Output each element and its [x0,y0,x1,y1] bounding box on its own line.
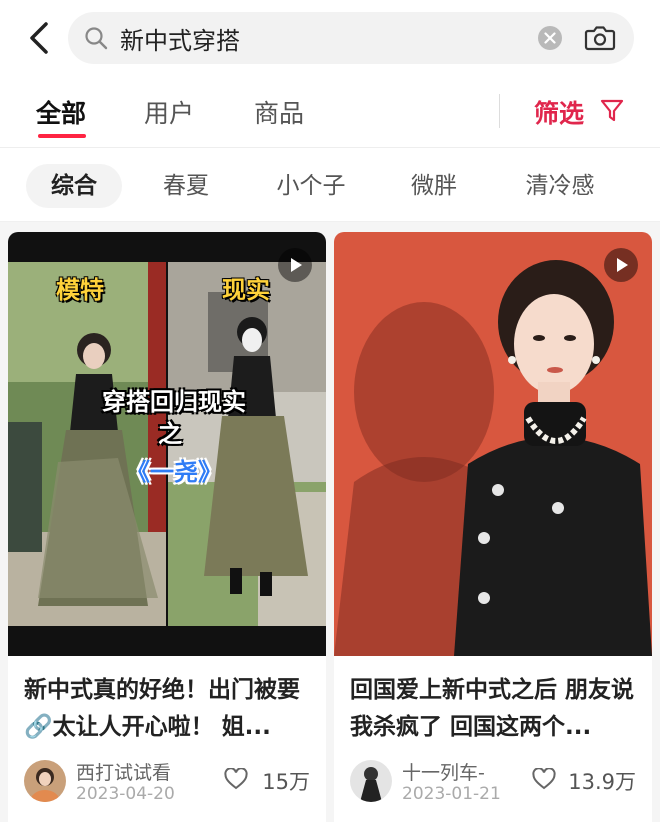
search-icon [84,26,108,50]
like-heart-icon[interactable] [224,767,248,790]
like-count: 15万 [262,770,310,794]
tab-all[interactable]: 全部 [36,94,86,130]
search-bar[interactable] [68,12,634,64]
post-date: 2023-04-20 [76,784,175,804]
clear-search-icon[interactable] [538,26,562,50]
active-tab-indicator [38,134,86,138]
video-play-icon [278,248,312,282]
filter-label: 筛选 [534,99,585,128]
image-search-camera-icon[interactable] [584,24,616,52]
video-play-icon [604,248,638,282]
author-avatar[interactable] [350,760,392,802]
chip-plus-size[interactable]: 微胖 [398,164,470,208]
author-name[interactable]: 十一列车- [402,758,485,785]
tab-products[interactable]: 商品 [254,94,304,130]
overlay-left-label: 模特 [56,276,104,304]
filter-funnel-icon [600,99,624,122]
chip-spring-summer[interactable]: 春夏 [150,164,222,208]
tab-users[interactable]: 用户 [144,94,194,130]
chip-cool-style[interactable]: 清冷感 [512,164,608,208]
post-title[interactable]: 新中式真的好绝！出门被要🔗太让人开心啦！ 姐... [24,672,314,746]
post-date: 2023-01-21 [402,784,501,804]
overlay-right-label: 现实 [222,276,270,304]
result-type-tabs: 全部 用户 商品 筛选 [0,80,660,148]
like-heart-icon[interactable] [532,767,556,790]
tab-divider [499,94,500,128]
post-card[interactable]: 回国爱上新中式之后 朋友说我杀疯了 回国这两个... 十一列车- 2023-01… [334,232,652,822]
category-chips: 综合 春夏 小个子 微胖 清冷感 [0,150,660,222]
author-name[interactable]: 西打试试看 [76,758,171,785]
search-input[interactable] [120,20,520,56]
overlay-caption-line1: 穿搭回归现实 [102,388,246,416]
post-card[interactable]: 模特 现实 穿搭回归现实 之 《一尧》 新中式真的好绝！出门被要🔗太让人开心啦！… [8,232,326,822]
like-count: 13.9万 [568,770,636,794]
overlay-caption-line2: 之 [158,420,182,448]
chip-comprehensive[interactable]: 综合 [26,164,122,208]
search-header [0,0,660,80]
post-cover-image[interactable] [334,232,652,656]
author-avatar[interactable] [24,760,66,802]
chip-petite[interactable]: 小个子 [266,164,356,208]
cover-photo-portrait [334,232,652,656]
post-cover-image[interactable]: 模特 现实 穿搭回归现实 之 《一尧》 [8,232,326,656]
overlay-caption-line3: 《一尧》 [126,458,222,486]
back-arrow-icon[interactable] [22,18,58,58]
results-grid: 模特 现实 穿搭回归现实 之 《一尧》 新中式真的好绝！出门被要🔗太让人开心啦！… [0,222,660,822]
post-title[interactable]: 回国爱上新中式之后 朋友说我杀疯了 回国这两个... [350,672,640,746]
filter-button[interactable]: 筛选 [534,94,624,130]
